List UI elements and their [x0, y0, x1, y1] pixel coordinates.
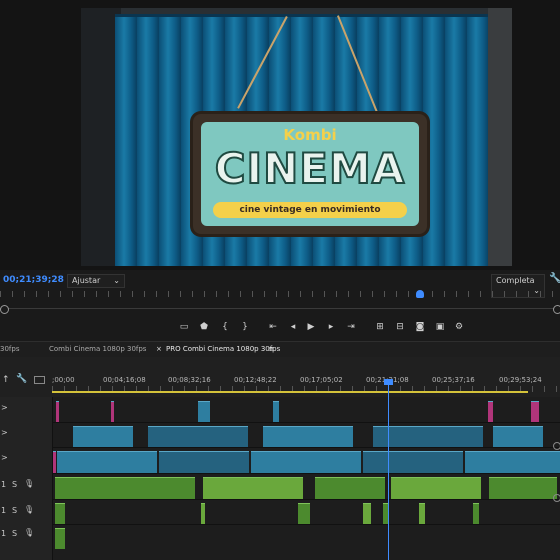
monitor-playhead-marker[interactable]: [416, 290, 424, 298]
zoom-bar[interactable]: [0, 308, 560, 309]
marker-icon[interactable]: ⬟: [197, 321, 211, 333]
ruler-label: 00;29;53;24: [499, 376, 542, 384]
video-clip[interactable]: [251, 451, 361, 473]
audio-clip[interactable]: [363, 503, 371, 524]
play-icon[interactable]: ▶: [304, 321, 318, 333]
a2-track-label: 1: [1, 506, 7, 515]
chevron-down-icon: ⌄: [113, 276, 120, 285]
video-clip[interactable]: [198, 401, 210, 422]
sequence-tabs: 30fps Combi Cinema 1080p 30fps × PRO Com…: [0, 341, 560, 358]
audio-clip[interactable]: [489, 477, 557, 499]
v3-expand-icon[interactable]: >: [1, 403, 8, 412]
ruler-label: 00;25;37;16: [432, 376, 475, 384]
comparison-view-icon[interactable]: ▣: [433, 321, 447, 333]
video-clip[interactable]: [73, 426, 133, 447]
solo-button[interactable]: S: [12, 480, 17, 489]
ruler-label: 00;04;16;08: [103, 376, 146, 384]
audio-clip[interactable]: [55, 477, 195, 499]
track-lanes[interactable]: [53, 397, 560, 560]
sign-bottom-text: cine vintage en movimiento: [213, 202, 407, 218]
video-clip[interactable]: [56, 401, 59, 422]
vertical-zoom-handle[interactable]: [553, 442, 560, 450]
fit-select[interactable]: Ajustar ⌄: [67, 274, 125, 288]
lift-icon[interactable]: ▭: [177, 321, 191, 333]
monitor-ruler[interactable]: [0, 291, 560, 297]
zoom-handle-left[interactable]: [0, 305, 9, 314]
tab-menu-icon[interactable]: ≡: [268, 345, 274, 353]
ruler-label: 00;08;32;16: [168, 376, 211, 384]
video-clip[interactable]: [53, 451, 56, 473]
a3-track-label: 1: [1, 529, 7, 538]
mic-icon[interactable]: 🎙: [24, 505, 34, 514]
program-monitor: Kombi CINEMA cine vintage en movimiento: [0, 0, 560, 270]
monitor-controls: 00;21;39;28 Ajustar ⌄ Completa ⌄ 🔧 ▭ ⬟ {…: [0, 270, 560, 340]
video-clip[interactable]: [111, 401, 114, 422]
step-back-icon[interactable]: ◂: [286, 321, 300, 333]
tab-close-icon[interactable]: ×: [156, 345, 162, 353]
wrench-icon[interactable]: 🔧: [549, 273, 560, 284]
settings-icon[interactable]: ⚙: [452, 321, 466, 333]
van-frame-right: [488, 8, 512, 266]
timeline-playhead[interactable]: [388, 381, 389, 560]
playhead-timecode[interactable]: 00;21;39;28: [3, 275, 64, 285]
video-clip[interactable]: [263, 426, 353, 447]
video-clip[interactable]: [531, 401, 539, 422]
mic-icon[interactable]: 🎙: [24, 528, 34, 537]
video-clip[interactable]: [159, 451, 249, 473]
audio-clip[interactable]: [315, 477, 385, 499]
audio-clip[interactable]: [391, 477, 481, 499]
snap-icon[interactable]: ↑: [2, 375, 10, 385]
tab-pro-combi-cinema[interactable]: PRO Combi Cinema 1080p 30fps: [166, 345, 280, 353]
insert-icon[interactable]: ⊞: [373, 321, 387, 333]
wrench-icon[interactable]: 🔧: [16, 374, 27, 384]
audio-clip[interactable]: [55, 528, 65, 549]
solo-button[interactable]: S: [12, 529, 17, 538]
sign-main-text: CINEMA: [214, 143, 406, 194]
track-headers: > > > 1 S 🎙 1 S 🎙 1 S 🎙: [0, 397, 53, 560]
tab-combi-cinema[interactable]: Combi Cinema 1080p 30fps: [49, 345, 146, 353]
solo-button[interactable]: S: [12, 506, 17, 515]
overwrite-icon[interactable]: ⊟: [393, 321, 407, 333]
ruler-label: 00;12;48;22: [234, 376, 277, 384]
ruler-label: ;00;00: [52, 376, 75, 384]
quality-select-value: Completa: [496, 276, 535, 285]
video-clip[interactable]: [57, 451, 157, 473]
kombi-cinema-sign: Kombi CINEMA cine vintage en movimiento: [193, 114, 427, 234]
video-clip[interactable]: [273, 401, 279, 422]
mark-out-icon[interactable]: }: [238, 321, 252, 333]
tab-partial[interactable]: 30fps: [0, 345, 19, 353]
v1-expand-icon[interactable]: >: [1, 453, 8, 462]
audio-clip[interactable]: [201, 503, 205, 524]
zoom-handle-right[interactable]: [553, 305, 560, 314]
ruler-label: 00;17;05;02: [300, 376, 343, 384]
step-forward-icon[interactable]: ▸: [324, 321, 338, 333]
audio-clip[interactable]: [298, 503, 310, 524]
sign-top-text: Kombi: [283, 126, 337, 144]
audio-clip[interactable]: [419, 503, 425, 524]
fit-select-value: Ajustar: [72, 276, 101, 285]
audio-clip[interactable]: [55, 503, 65, 524]
video-clip[interactable]: [488, 401, 493, 422]
video-clip[interactable]: [493, 426, 543, 447]
video-clip[interactable]: [465, 451, 560, 473]
audio-clip[interactable]: [473, 503, 479, 524]
go-to-in-icon[interactable]: ⇤: [266, 321, 280, 333]
video-clip[interactable]: [373, 426, 483, 447]
audio-clip[interactable]: [203, 477, 303, 499]
export-frame-icon[interactable]: ◙: [413, 321, 427, 333]
work-area-bar[interactable]: [52, 391, 528, 393]
captions-icon[interactable]: [34, 376, 45, 384]
video-preview[interactable]: Kombi CINEMA cine vintage en movimiento: [81, 8, 512, 266]
mark-in-icon[interactable]: {: [218, 321, 232, 333]
a1-track-label: 1: [1, 480, 7, 489]
v2-expand-icon[interactable]: >: [1, 428, 8, 437]
video-clip[interactable]: [363, 451, 463, 473]
video-clip[interactable]: [148, 426, 248, 447]
mic-icon[interactable]: 🎙: [24, 479, 34, 488]
timeline-panel: ↑ 🔧 ;00;00 00;04;16;08 00;08;32;16 00;12…: [0, 357, 560, 560]
go-to-out-icon[interactable]: ⇥: [344, 321, 358, 333]
vertical-zoom-handle[interactable]: [553, 494, 560, 502]
